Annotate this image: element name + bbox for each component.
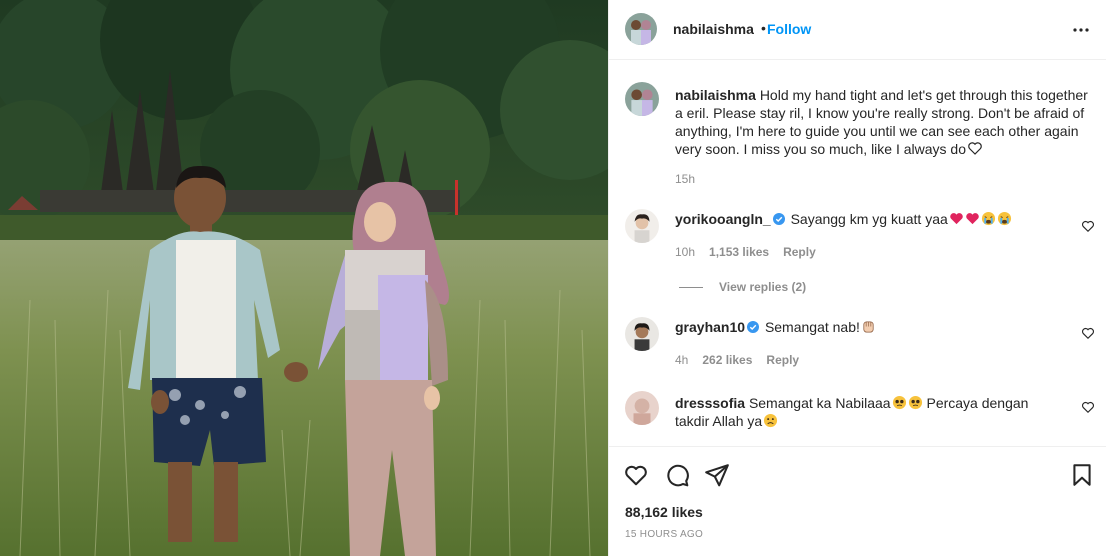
crying-face-icon (997, 211, 1011, 226)
red-heart-icon (966, 213, 979, 225)
post-time-ago[interactable]: 15 HOURS AGO (625, 529, 703, 540)
pleading-face-icon (892, 395, 906, 410)
like-heart-icon[interactable] (623, 462, 649, 488)
pleading-face-icon (908, 395, 922, 410)
comment-timestamp: 10h (675, 245, 696, 259)
comment-body: Sayangg km yg kuatt yaa (790, 211, 948, 227)
caption-text: nabilaishma Hold my hand tight and let's… (675, 86, 1095, 158)
commenter-avatar[interactable] (625, 209, 659, 243)
post-side-panel: nabilaishma • Follow nabilaishma Hold my… (608, 0, 1106, 556)
comment-text: grayhan10 Semangat nab! (675, 318, 1065, 336)
reply-button[interactable]: Reply (783, 245, 816, 259)
post-header: nabilaishma • Follow (609, 0, 1106, 60)
verified-badge-icon (747, 321, 760, 333)
comment-like-heart-icon[interactable] (1081, 219, 1095, 233)
sad-face-icon (764, 413, 778, 428)
comment-text: yorikooangln_ Sayangg km yg kuatt yaa (675, 210, 1065, 228)
more-options-icon[interactable] (1069, 18, 1093, 42)
caption-username[interactable]: nabilaishma (675, 87, 756, 103)
raised-fist-icon (863, 321, 874, 333)
comment-likes[interactable]: 1,153 likes (709, 245, 769, 259)
caption-timestamp: 15h (675, 172, 696, 186)
comment-meta: 4h 262 likes Reply (675, 353, 813, 367)
comment-likes[interactable]: 262 likes (702, 353, 752, 367)
comment-body: Semangat nab! (764, 319, 860, 335)
comment-meta: 10h 1,153 likes Reply (675, 245, 830, 259)
red-heart-icon (950, 213, 963, 225)
actions-divider (609, 446, 1106, 447)
comment-text: dresssofia Semangat ka Nabilaaa Percaya … (675, 394, 1065, 430)
author-username[interactable]: nabilaishma (673, 21, 754, 37)
comment-username[interactable]: dresssofia (675, 395, 745, 411)
post-photo[interactable] (0, 0, 608, 556)
follow-button[interactable]: Follow (767, 21, 811, 37)
post-likes-count[interactable]: 88,162 likes (625, 504, 703, 520)
comment-body: Semangat ka Nabilaaa (748, 395, 891, 411)
commenter-avatar[interactable] (625, 391, 659, 425)
commenter-avatar[interactable] (625, 317, 659, 351)
white-heart-icon (968, 142, 982, 155)
view-replies-line (679, 287, 703, 289)
view-replies-label: View replies (2) (719, 280, 807, 294)
share-paper-plane-icon[interactable] (704, 462, 730, 488)
comment-like-heart-icon[interactable] (1081, 400, 1095, 414)
separator-dot: • (761, 20, 766, 36)
view-replies-button[interactable]: View replies (2) (679, 280, 806, 294)
reply-button[interactable]: Reply (766, 353, 799, 367)
post-image (0, 0, 608, 556)
crying-face-icon (981, 211, 995, 226)
caption-author-avatar[interactable] (625, 82, 659, 116)
comment-username[interactable]: yorikooangln_ (675, 211, 771, 227)
save-bookmark-icon[interactable] (1069, 462, 1095, 488)
comment-timestamp: 4h (675, 353, 689, 367)
verified-badge-icon (772, 213, 785, 225)
comment-username[interactable]: grayhan10 (675, 319, 745, 335)
comment-bubble-icon[interactable] (664, 462, 690, 488)
author-avatar[interactable] (625, 13, 657, 45)
comment-like-heart-icon[interactable] (1081, 326, 1095, 340)
